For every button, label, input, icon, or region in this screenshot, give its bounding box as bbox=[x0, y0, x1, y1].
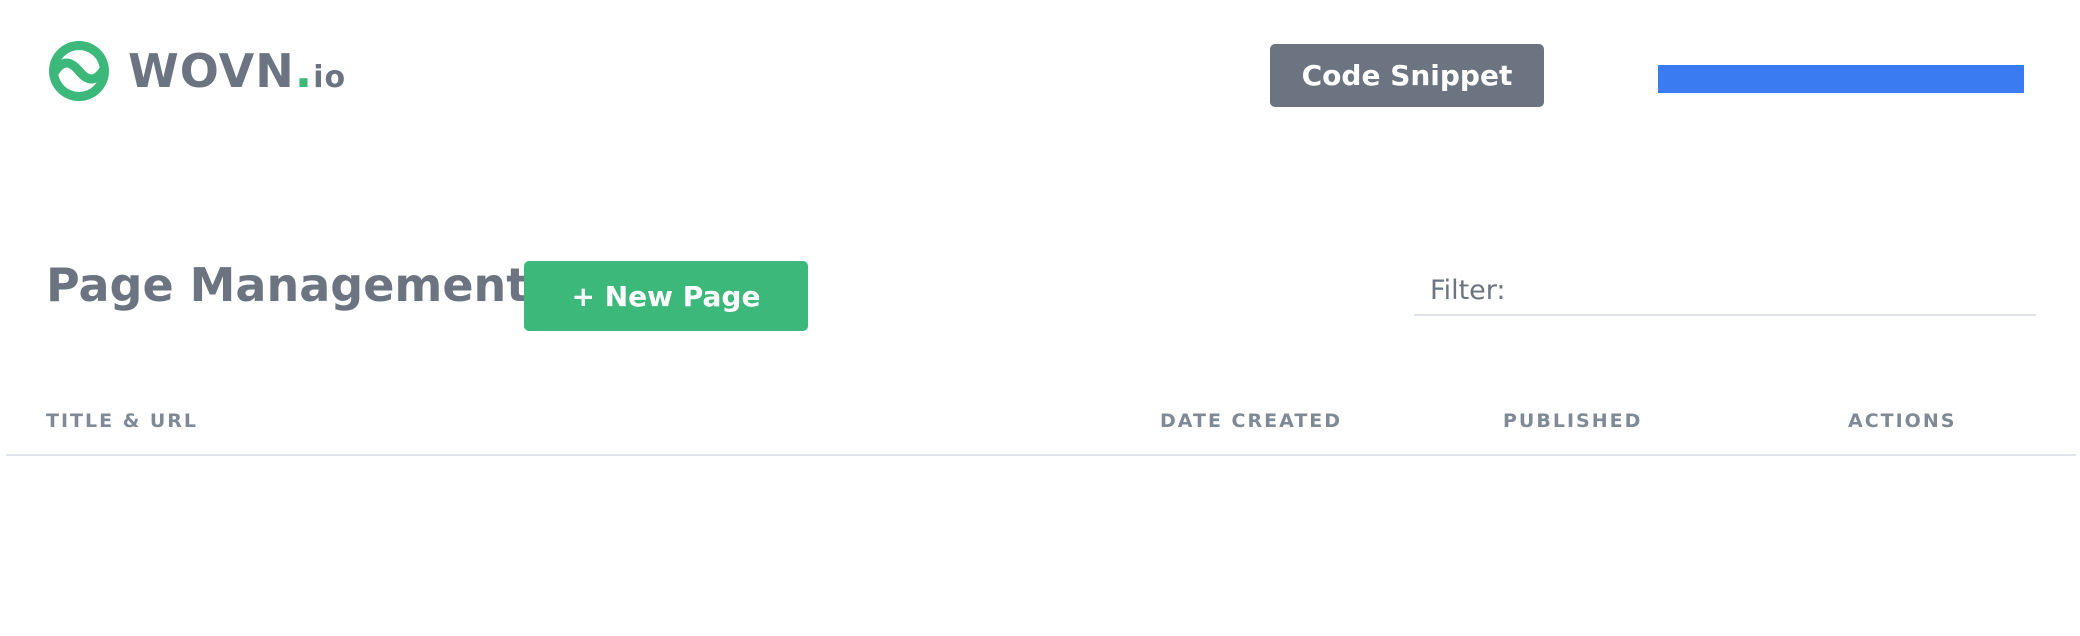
wovn-logo-icon bbox=[49, 41, 109, 101]
code-snippet-button[interactable]: Code Snippet bbox=[1270, 44, 1544, 107]
wovn-logo[interactable]: WOVN. io bbox=[46, 38, 346, 104]
account-menu[interactable] bbox=[1658, 65, 2024, 93]
column-header-date-created[interactable]: DATE CREATED bbox=[1160, 410, 1342, 432]
logo-tld: io bbox=[313, 60, 347, 95]
filter-input[interactable] bbox=[1414, 268, 2036, 312]
logo-wordmark: WOVN. io bbox=[128, 44, 346, 98]
table-header: TITLE & URL DATE CREATED PUBLISHED ACTIO… bbox=[6, 404, 2076, 456]
new-page-button[interactable]: + New Page bbox=[524, 261, 808, 331]
column-header-actions: ACTIONS bbox=[1848, 410, 1957, 432]
logo-dot: . bbox=[294, 44, 314, 98]
column-header-title-url[interactable]: TITLE & URL bbox=[46, 410, 198, 432]
logo-brand-name: WOVN bbox=[128, 44, 295, 98]
filter-field bbox=[1414, 268, 2036, 316]
page-title: Page Management bbox=[46, 258, 529, 312]
column-header-published[interactable]: PUBLISHED bbox=[1503, 410, 1642, 432]
